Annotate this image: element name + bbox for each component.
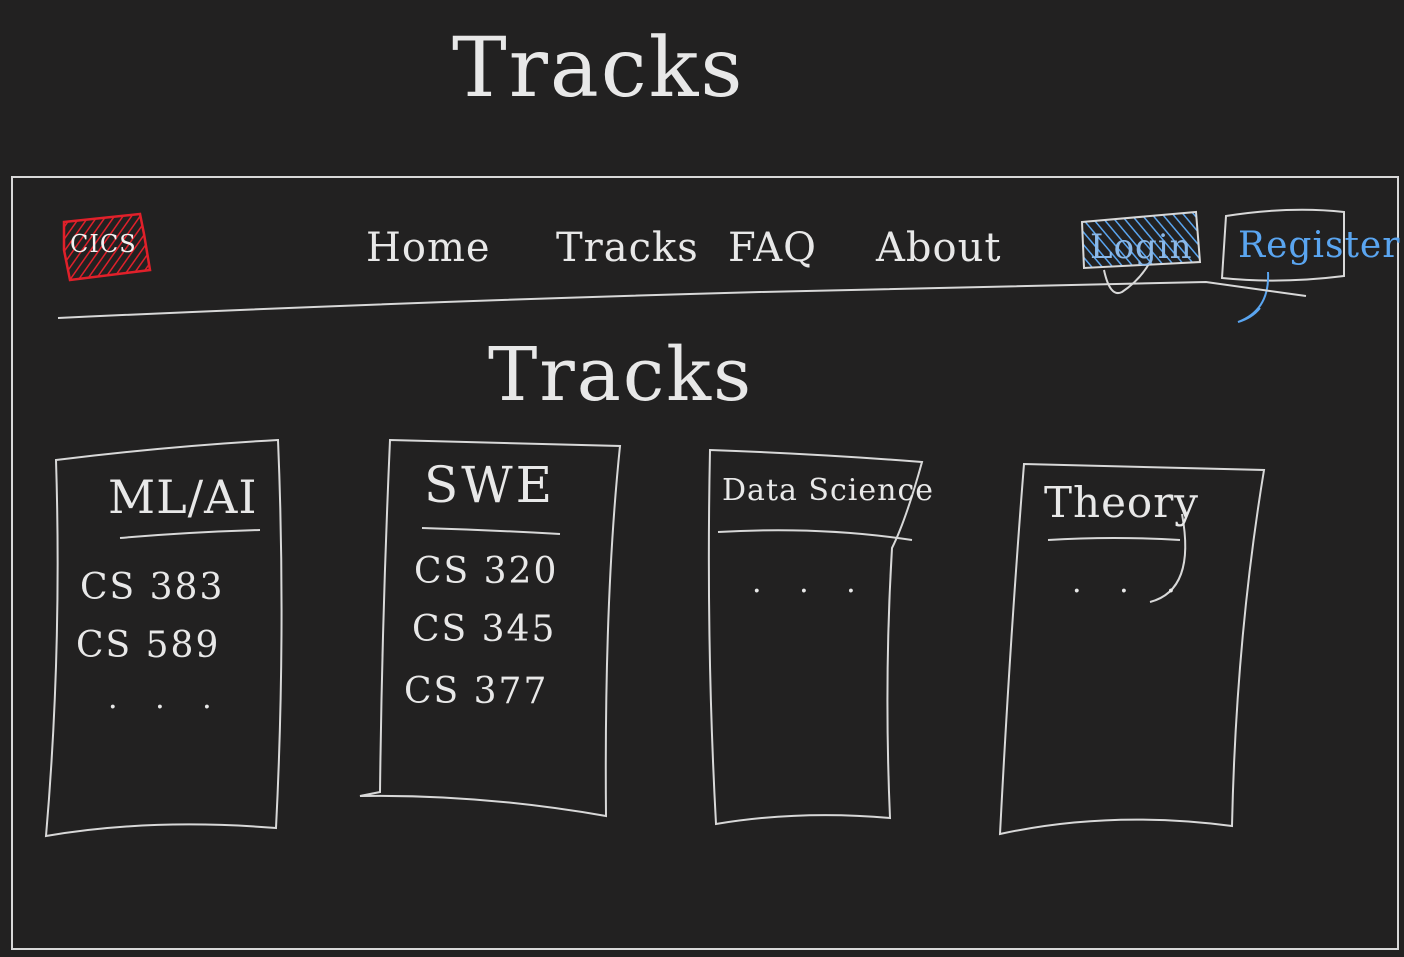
login-button[interactable]: Login xyxy=(1090,230,1193,264)
section-heading: Tracks xyxy=(488,332,754,418)
page-heading: Tracks xyxy=(452,21,745,116)
nav-tracks[interactable]: Tracks xyxy=(556,228,699,268)
nav-about[interactable]: About xyxy=(876,228,1001,268)
course-ellipsis: . . . xyxy=(108,681,226,716)
card-title-mlai[interactable]: ML/AI xyxy=(108,474,258,520)
card-title-data-science[interactable]: Data Science xyxy=(722,476,934,506)
course-item[interactable]: CS 377 xyxy=(404,674,548,710)
header-divider xyxy=(57,280,1307,319)
register-button[interactable]: Register xyxy=(1238,228,1400,264)
card-title-theory[interactable]: Theory xyxy=(1044,482,1199,524)
course-item[interactable]: CS 589 xyxy=(76,628,220,664)
course-ellipsis: . . . xyxy=(752,565,870,600)
course-ellipsis: . . . xyxy=(1072,565,1190,600)
nav-home[interactable]: Home xyxy=(366,228,491,268)
card-title-swe[interactable]: SWE xyxy=(424,460,555,510)
course-item[interactable]: CS 345 xyxy=(412,612,556,648)
course-item[interactable]: CS 383 xyxy=(80,570,224,606)
logo-text: CICS xyxy=(70,230,137,258)
course-item[interactable]: CS 320 xyxy=(414,554,558,590)
nav-faq[interactable]: FAQ xyxy=(728,228,817,268)
